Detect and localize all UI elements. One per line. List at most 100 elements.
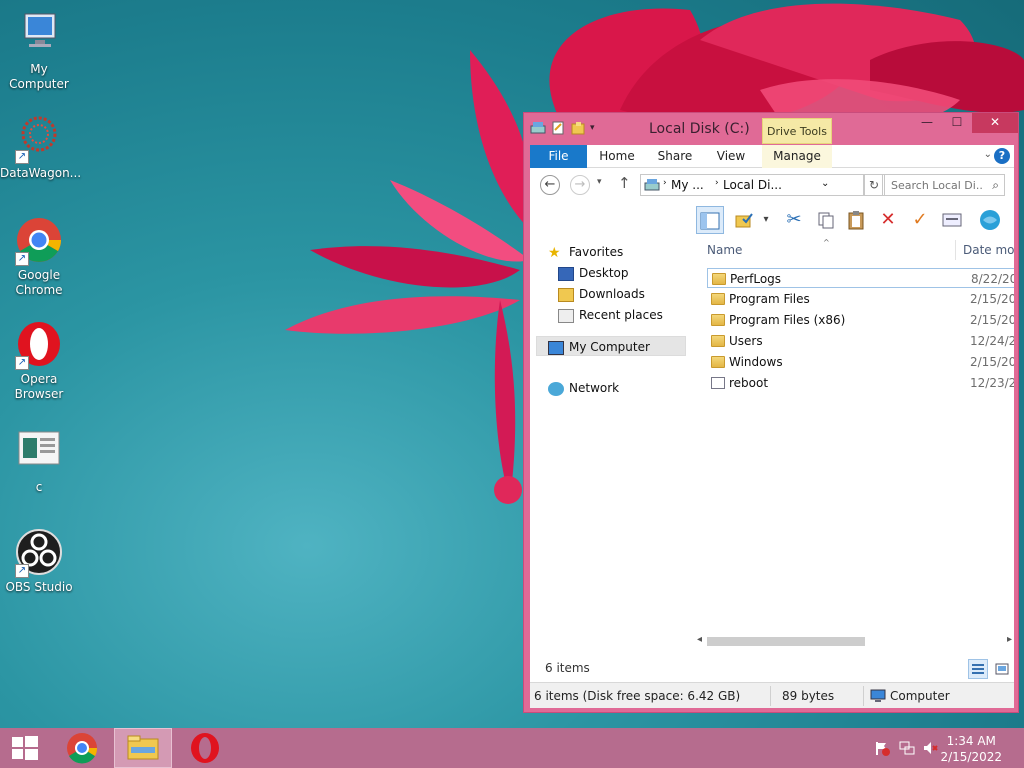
command-toolbar: ▾ ✂ ✕ ✓ — [530, 202, 1014, 238]
nav-desktop[interactable]: Desktop — [558, 263, 714, 283]
search-icon[interactable]: ⌕ — [992, 178, 999, 193]
tab-file[interactable]: File — [530, 145, 587, 168]
maximize-button[interactable]: ☐ — [942, 113, 972, 133]
taskbar: 1:34 AM 2/15/2022 — [0, 728, 1024, 768]
new-folder-icon[interactable] — [570, 120, 586, 136]
breadcrumb-my-computer[interactable]: My ... — [671, 178, 704, 192]
cut-icon[interactable]: ✂ — [780, 206, 808, 234]
status-divider — [863, 686, 864, 706]
minimize-button[interactable]: — — [912, 113, 942, 133]
details-view-button[interactable] — [968, 659, 988, 679]
copy-icon[interactable] — [812, 206, 840, 234]
tab-share[interactable]: Share — [650, 145, 700, 168]
scroll-right-icon[interactable]: ▸ — [1007, 634, 1012, 645]
file-row-windows[interactable]: Windows 2/15/2022 — [707, 352, 1014, 372]
tab-view[interactable]: View — [706, 145, 756, 168]
desktop-icon-label: My Computer — [9, 62, 69, 91]
delete-icon[interactable]: ✕ — [874, 206, 902, 234]
address-bar[interactable]: › My ... › Local Di... ⌄ — [640, 174, 865, 196]
drive-icon[interactable] — [530, 120, 546, 136]
tab-manage[interactable]: Manage — [762, 145, 832, 168]
properties-icon[interactable] — [938, 206, 966, 234]
desktop-icon — [558, 266, 574, 281]
status-divider — [770, 686, 771, 706]
file-explorer-icon — [127, 735, 159, 760]
file-row-users[interactable]: Users 12/24/20 — [707, 331, 1014, 351]
address-dropdown-icon[interactable]: ⌄ — [821, 178, 829, 189]
desktop-icon-c[interactable]: c — [0, 428, 78, 495]
file-row-program-files-x86[interactable]: Program Files (x86) 2/15/2022 — [707, 310, 1014, 330]
desktop-icon-opera[interactable]: ↗ Opera Browser — [0, 320, 78, 402]
recent-places-icon — [558, 308, 574, 323]
horizontal-scrollbar[interactable]: ◂ ▸ — [695, 632, 1014, 649]
recent-locations-icon[interactable]: ▾ — [597, 177, 602, 187]
column-header-date[interactable]: Date mod — [963, 243, 1014, 257]
file-row-program-files[interactable]: Program Files 2/15/2022 — [707, 289, 1014, 309]
nav-favorites[interactable]: ★ Favorites — [548, 242, 704, 262]
paste-icon[interactable] — [842, 206, 870, 234]
chevron-right-icon: › — [663, 178, 667, 188]
folder-icon — [711, 335, 725, 347]
search-box[interactable]: ⌕ — [882, 174, 1005, 196]
windows-logo-icon — [12, 736, 38, 760]
help-icon[interactable]: ? — [994, 148, 1010, 164]
up-button[interactable]: ↑ — [618, 174, 631, 192]
taskbar-chrome[interactable] — [57, 728, 115, 768]
desktop-icon-obs[interactable]: ↗ OBS Studio — [0, 528, 78, 595]
scrollbar-thumb[interactable] — [707, 637, 865, 646]
desktop: My Computer ↗ DataWagon... ↗ Google Chro… — [0, 0, 1024, 728]
globe-icon[interactable] — [976, 206, 1004, 234]
rename-check-icon[interactable]: ✓ — [906, 206, 934, 234]
desktop-icon-chrome[interactable]: ↗ Google Chrome — [0, 216, 78, 298]
system-clock[interactable]: 1:34 AM 2/15/2022 — [940, 733, 1002, 765]
close-button[interactable]: ✕ — [972, 113, 1018, 133]
large-icons-view-button[interactable] — [992, 659, 1012, 679]
status-summary: 6 items (Disk free space: 6.42 GB) — [534, 689, 741, 703]
nav-downloads[interactable]: Downloads — [558, 284, 714, 304]
clock-date: 2/15/2022 — [940, 750, 1002, 764]
file-row-reboot[interactable]: reboot 12/23/20 — [707, 373, 1014, 393]
desktop-icon-datawagon[interactable]: ↗ DataWagon... — [0, 114, 81, 181]
quick-access-toolbar: ▾ — [530, 120, 600, 136]
network-icon[interactable] — [899, 740, 915, 756]
folder-icon — [711, 356, 725, 368]
shortcut-arrow-icon: ↗ — [15, 150, 29, 164]
folder-icon — [711, 314, 725, 326]
chevron-down-icon[interactable]: ▾ — [752, 206, 780, 234]
item-count: 6 items — [545, 661, 590, 675]
settings-file-icon — [711, 377, 725, 389]
nav-my-computer[interactable]: My Computer — [536, 336, 686, 356]
chrome-icon: ↗ — [15, 216, 63, 266]
breadcrumb-local-disk[interactable]: Local Di... — [723, 178, 782, 192]
start-button[interactable] — [0, 728, 58, 768]
title-bar[interactable]: ▾ Local Disk (C:) Drive Tools — ☐ ✕ — [524, 113, 1018, 145]
properties-icon[interactable] — [550, 120, 566, 136]
column-divider[interactable] — [955, 240, 956, 260]
scroll-left-icon[interactable]: ◂ — [697, 634, 702, 645]
action-center-flag-icon[interactable] — [874, 740, 890, 756]
expand-ribbon-icon[interactable]: ⌄ — [984, 149, 992, 160]
taskbar-opera[interactable] — [176, 728, 234, 768]
desktop-icon-label: c — [35, 480, 43, 494]
network-icon — [548, 381, 564, 396]
volume-muted-icon[interactable] — [922, 740, 938, 756]
navigation-pane-button[interactable] — [696, 206, 724, 234]
desktop-icon-my-computer[interactable]: My Computer — [0, 10, 78, 92]
back-button[interactable]: ← — [540, 175, 560, 195]
nav-network[interactable]: Network — [548, 378, 704, 398]
chevron-down-icon[interactable]: ▾ — [590, 120, 600, 136]
explorer-window[interactable]: ▾ Local Disk (C:) Drive Tools — ☐ ✕ File… — [523, 112, 1019, 713]
file-list: ^ Name Date mod PerfLogs 8/22/201 Progra… — [695, 238, 1014, 654]
file-row-perflogs[interactable]: PerfLogs 8/22/201 — [707, 268, 1014, 288]
drive-icon — [644, 177, 660, 196]
taskbar-file-explorer[interactable] — [114, 728, 172, 768]
column-header-name[interactable]: Name — [707, 243, 742, 257]
ribbon-tabs: File Home Share View Manage ⌄ ? — [530, 145, 1014, 168]
search-input[interactable] — [883, 175, 983, 195]
status-size: 89 bytes — [782, 689, 835, 703]
tab-home[interactable]: Home — [592, 145, 642, 168]
forward-button[interactable]: → — [570, 175, 590, 195]
nav-recent-places[interactable]: Recent places — [558, 305, 714, 325]
explorer-content: ★ Favorites Desktop Downloads Recent plac… — [530, 238, 1014, 654]
sort-indicator-icon: ^ — [823, 238, 830, 247]
